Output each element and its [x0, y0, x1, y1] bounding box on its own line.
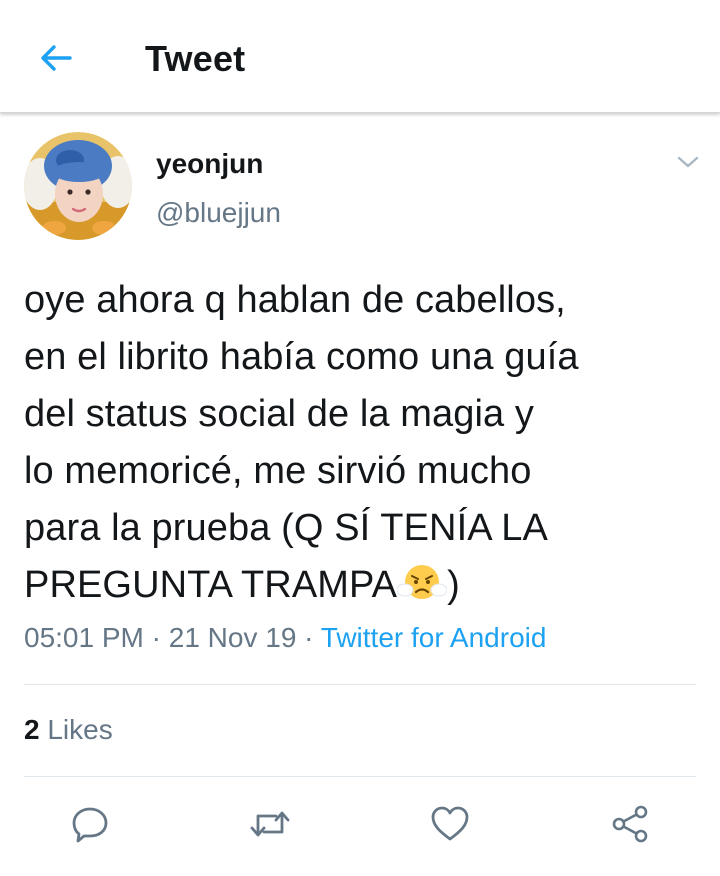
divider: [24, 776, 696, 777]
chevron-down-icon: [677, 156, 699, 168]
like-button[interactable]: [428, 802, 472, 846]
tweet-line: lo memoricé, me sirvió mucho: [24, 450, 532, 492]
likes-label: Likes: [39, 714, 113, 745]
face-with-steam-from-nose-icon: [397, 565, 448, 599]
tweet-line-text: PREGUNTA TRAMPA: [24, 564, 398, 606]
avatar[interactable]: [24, 132, 132, 240]
page-title: Tweet: [145, 38, 246, 79]
likes-stat[interactable]: 2 Likes: [24, 714, 113, 746]
likes-count: 2: [24, 714, 40, 745]
tweet-line: oye ahora q hablan de cabellos,: [24, 279, 566, 321]
tweet-line-end: ): [447, 564, 460, 606]
author-handle[interactable]: @bluejjun: [156, 197, 281, 229]
share-button[interactable]: [608, 802, 652, 846]
retweet-button[interactable]: [248, 802, 292, 846]
author-name[interactable]: yeonjun: [156, 148, 263, 180]
retweet-icon: [250, 811, 290, 837]
avatar-image: [24, 132, 132, 240]
tweet-line: del status social de la magia y: [24, 393, 535, 435]
tweet-text: oye ahora q hablan de cabellos, en el li…: [24, 272, 694, 614]
meta-separator: ·: [143, 622, 169, 653]
divider: [24, 684, 696, 685]
meta-separator: ·: [296, 622, 321, 653]
tweet-line: para la prueba (Q SÍ TENÍA LA: [24, 507, 548, 549]
tweet-date: 21 Nov 19: [168, 622, 297, 653]
tweet-time: 05:01 PM: [24, 622, 144, 653]
reply-icon: [72, 807, 108, 843]
heart-icon: [431, 806, 469, 841]
tweet-line: en el librito había como una guía: [24, 336, 579, 378]
tweet-options-button[interactable]: [672, 146, 704, 178]
tweet-source-link[interactable]: Twitter for Android: [321, 622, 547, 653]
arrow-left-icon: [41, 45, 72, 71]
tweet-line-last: PREGUNTA TRAMPA ): [24, 557, 694, 614]
app-header: Tweet: [0, 0, 720, 113]
reply-button[interactable]: [68, 802, 112, 846]
share-icon: [612, 805, 648, 843]
tweet-detail-screen: Tweet yeonjun @bluejjun oye ahora q habl…: [0, 0, 720, 876]
back-button[interactable]: [30, 32, 82, 84]
tweet-meta: 05:01 PM · 21 Nov 19 · Twitter for Andro…: [24, 622, 546, 654]
